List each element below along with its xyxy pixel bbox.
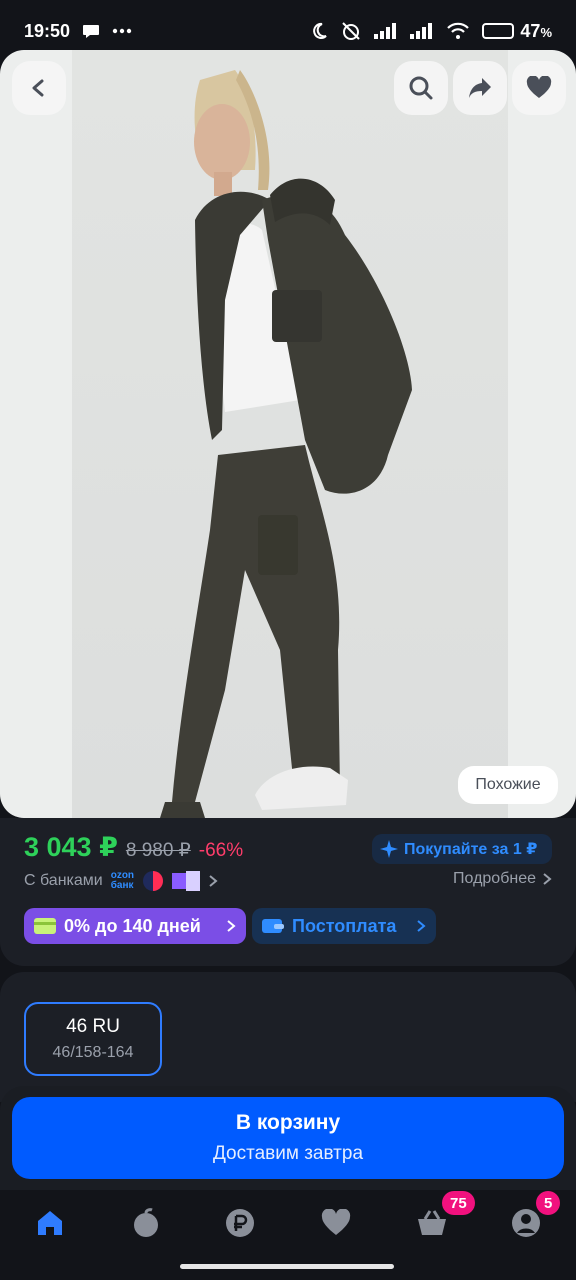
clock: 19:50: [24, 20, 71, 41]
banks-label: С банками: [24, 872, 103, 889]
nav-finance[interactable]: [220, 1206, 260, 1240]
chevron-right-icon: [543, 873, 552, 885]
back-icon: [32, 79, 44, 97]
installments-label: 0% до 140 дней: [64, 915, 201, 936]
favorites-icon: [321, 1209, 351, 1235]
size-option-selected[interactable]: 46 RU 46/158-164: [24, 1002, 162, 1076]
product-photo: [160, 70, 412, 818]
bank-offers[interactable]: С банками ozon банк: [24, 870, 218, 892]
battery-percent: 47: [520, 20, 541, 41]
wifi-icon: [446, 22, 470, 40]
favorite-button[interactable]: [512, 61, 566, 115]
nav-favorites[interactable]: [316, 1206, 356, 1240]
chevron-right-icon: [417, 920, 426, 932]
buy-for-one-ruble-promo[interactable]: Покупайте за 1 ₽: [372, 834, 552, 864]
profile-icon: [512, 1209, 540, 1237]
fresh-icon: [134, 1208, 158, 1237]
signal-icon: [410, 23, 434, 39]
share-button[interactable]: [453, 61, 507, 115]
chevron-right-icon: [227, 920, 236, 932]
chat-bubble-icon: [82, 23, 100, 39]
battery-indicator: 47%: [482, 21, 552, 42]
battery-percent-sign: %: [540, 24, 552, 40]
sparkle-icon: [380, 840, 398, 858]
more-details-link[interactable]: Подробнее: [453, 870, 552, 888]
back-button[interactable]: [12, 61, 66, 115]
ozon-bank-logo: ozon банк: [111, 871, 134, 891]
chevron-right-icon: [209, 875, 218, 887]
add-to-cart-label: В корзину: [235, 1111, 341, 1134]
promo-label: Покупайте за 1 ₽: [404, 841, 538, 858]
mute-alarm-icon: [340, 21, 362, 41]
moon-icon: [310, 22, 328, 40]
nav-fresh[interactable]: [126, 1206, 166, 1240]
old-price: 8 980 ₽: [125, 840, 191, 861]
home-indicator: [180, 1264, 394, 1269]
size-detail: 46/158-164: [52, 1044, 134, 1061]
postpay-label: Постоплата: [292, 915, 397, 936]
wallet-icon: [262, 919, 284, 933]
heart-icon: [526, 76, 552, 98]
more-details-label: Подробнее: [453, 870, 536, 887]
price-row: 3 043 ₽ 8 980 ₽ -66%: [24, 832, 243, 863]
bank-logo-icon: [172, 871, 201, 891]
postpay-button[interactable]: Постоплата: [252, 908, 436, 944]
size-label: 46 RU: [66, 1016, 120, 1037]
card-icon: [34, 918, 56, 934]
current-price: 3 043 ₽: [24, 832, 118, 862]
similar-products-button[interactable]: Похожие: [458, 766, 558, 804]
delivery-label: Доставим завтра: [212, 1143, 364, 1164]
battery-icon: [482, 23, 515, 39]
ozon-bank-logo-line2: банк: [110, 880, 134, 891]
home-icon: [38, 1211, 62, 1235]
cart-count-badge: 75: [442, 1191, 475, 1215]
cart-icon: [418, 1210, 446, 1235]
installments-button[interactable]: 0% до 140 дней: [24, 908, 246, 944]
bank-logo-icon: [143, 871, 164, 891]
discount-badge: -66%: [198, 840, 244, 861]
nav-home[interactable]: [30, 1206, 70, 1240]
signal-icon: [374, 23, 398, 39]
search-icon: [409, 76, 433, 100]
share-icon: [469, 78, 491, 98]
ruble-icon: [226, 1209, 254, 1237]
product-image-card[interactable]: Похожие: [0, 50, 576, 818]
add-to-cart-button[interactable]: В корзину Доставим завтра: [12, 1097, 564, 1179]
more-dots-icon: [112, 28, 132, 34]
search-button[interactable]: [394, 61, 448, 115]
